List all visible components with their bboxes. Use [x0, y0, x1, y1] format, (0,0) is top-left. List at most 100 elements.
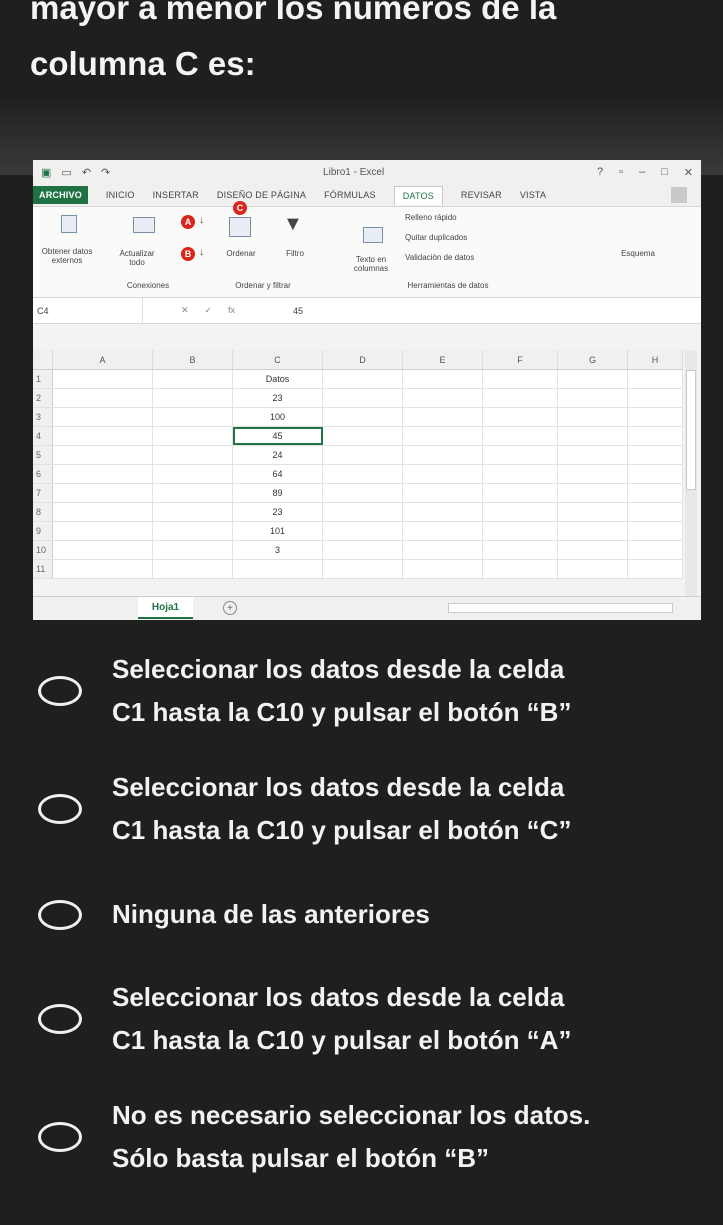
fx-icon[interactable]: fx — [228, 305, 235, 316]
cell[interactable] — [153, 427, 233, 445]
cell[interactable] — [628, 389, 683, 407]
cell[interactable] — [558, 503, 628, 521]
cell[interactable] — [53, 503, 153, 521]
filter-icon[interactable]: ▼ — [283, 213, 303, 236]
cell[interactable] — [628, 560, 683, 578]
minimize-icon[interactable]: – — [639, 166, 645, 179]
option-5[interactable]: No es necesario seleccionar los datos. S… — [38, 1094, 698, 1180]
tab-insertar[interactable]: INSERTAR — [153, 190, 199, 200]
cell[interactable]: 23 — [233, 503, 323, 521]
column-header-f[interactable]: F — [483, 350, 558, 369]
option-2[interactable]: Seleccionar los datos desde la celda C1 … — [38, 766, 698, 852]
undo-icon[interactable]: ↶ — [82, 166, 91, 179]
cell[interactable] — [153, 541, 233, 559]
radio-option-1[interactable] — [38, 676, 82, 706]
save-icon[interactable]: ▭ — [61, 166, 71, 179]
cell[interactable]: 45 — [233, 427, 323, 445]
ribbon-options-icon[interactable]: ▫ — [619, 166, 623, 179]
close-icon[interactable]: ✕ — [684, 166, 693, 179]
cell[interactable] — [483, 427, 558, 445]
option-3[interactable]: Ninguna de las anteriores — [38, 893, 698, 936]
cell[interactable] — [53, 370, 153, 388]
formula-input[interactable]: 45 — [273, 306, 303, 316]
row-header[interactable]: 4 — [33, 427, 53, 445]
cell[interactable] — [153, 370, 233, 388]
cell[interactable] — [403, 503, 483, 521]
redo-icon[interactable]: ↷ — [101, 166, 110, 179]
row-header[interactable]: 8 — [33, 503, 53, 521]
row-header[interactable]: 7 — [33, 484, 53, 502]
cell[interactable] — [53, 408, 153, 426]
cell[interactable] — [323, 389, 403, 407]
cell[interactable] — [323, 522, 403, 540]
row-header[interactable]: 9 — [33, 522, 53, 540]
cell[interactable] — [53, 541, 153, 559]
outline-button[interactable]: Esquema — [613, 249, 663, 258]
column-header-h[interactable]: H — [628, 350, 683, 369]
cell[interactable] — [153, 484, 233, 502]
cell[interactable] — [483, 503, 558, 521]
cell[interactable] — [558, 370, 628, 388]
cell[interactable] — [153, 389, 233, 407]
cell[interactable] — [558, 389, 628, 407]
tab-revisar[interactable]: REVISAR — [461, 190, 502, 200]
cell[interactable] — [628, 446, 683, 464]
cell[interactable] — [483, 522, 558, 540]
cell[interactable] — [558, 484, 628, 502]
text-to-columns-button[interactable]: Texto en columnas — [351, 255, 391, 273]
tab-vista[interactable]: VISTA — [520, 190, 546, 200]
cell[interactable] — [323, 408, 403, 426]
cell[interactable] — [628, 427, 683, 445]
cell[interactable] — [628, 541, 683, 559]
cell[interactable] — [53, 427, 153, 445]
cell[interactable] — [628, 522, 683, 540]
cell[interactable] — [53, 465, 153, 483]
cell[interactable] — [483, 484, 558, 502]
cell[interactable] — [558, 560, 628, 578]
radio-option-5[interactable] — [38, 1122, 82, 1152]
add-sheet-icon[interactable]: + — [223, 601, 237, 615]
column-header-d[interactable]: D — [323, 350, 403, 369]
cell[interactable] — [153, 503, 233, 521]
cell[interactable] — [53, 389, 153, 407]
row-header[interactable]: 6 — [33, 465, 53, 483]
scroll-thumb[interactable] — [686, 370, 696, 490]
cell[interactable] — [403, 541, 483, 559]
cell[interactable] — [53, 560, 153, 578]
cell[interactable] — [403, 389, 483, 407]
row-header[interactable]: 11 — [33, 560, 53, 578]
column-header-b[interactable]: B — [153, 350, 233, 369]
cell[interactable] — [628, 465, 683, 483]
help-icon[interactable]: ? — [597, 166, 603, 179]
option-1[interactable]: Seleccionar los datos desde la celda C1 … — [38, 648, 698, 734]
cell[interactable] — [323, 465, 403, 483]
flash-fill-button[interactable]: Relleno rápido — [405, 213, 505, 222]
cell[interactable] — [153, 465, 233, 483]
cell[interactable] — [483, 389, 558, 407]
cell[interactable]: 3 — [233, 541, 323, 559]
cell[interactable] — [558, 446, 628, 464]
sort-desc-icon[interactable]: ↓ — [199, 247, 204, 258]
cancel-icon[interactable]: ✕ — [181, 305, 189, 316]
cell[interactable] — [558, 465, 628, 483]
cell[interactable] — [153, 446, 233, 464]
sort-button[interactable]: Ordenar — [221, 249, 261, 258]
tab-formulas[interactable]: FÓRMULAS — [324, 190, 376, 200]
vertical-scrollbar[interactable] — [685, 350, 697, 600]
cell[interactable] — [153, 408, 233, 426]
cell[interactable] — [323, 446, 403, 464]
cell[interactable] — [403, 560, 483, 578]
cell[interactable]: 89 — [233, 484, 323, 502]
tab-inicio[interactable]: INICIO — [106, 190, 135, 200]
tab-datos[interactable]: DATOS — [393, 185, 443, 205]
cell[interactable] — [558, 541, 628, 559]
radio-option-2[interactable] — [38, 794, 82, 824]
cell[interactable] — [323, 370, 403, 388]
cell[interactable] — [403, 484, 483, 502]
cell[interactable] — [323, 541, 403, 559]
cell[interactable] — [628, 484, 683, 502]
cell[interactable] — [233, 560, 323, 578]
cell[interactable] — [53, 446, 153, 464]
column-header-a[interactable]: A — [53, 350, 153, 369]
option-4[interactable]: Seleccionar los datos desde la celda C1 … — [38, 976, 698, 1062]
